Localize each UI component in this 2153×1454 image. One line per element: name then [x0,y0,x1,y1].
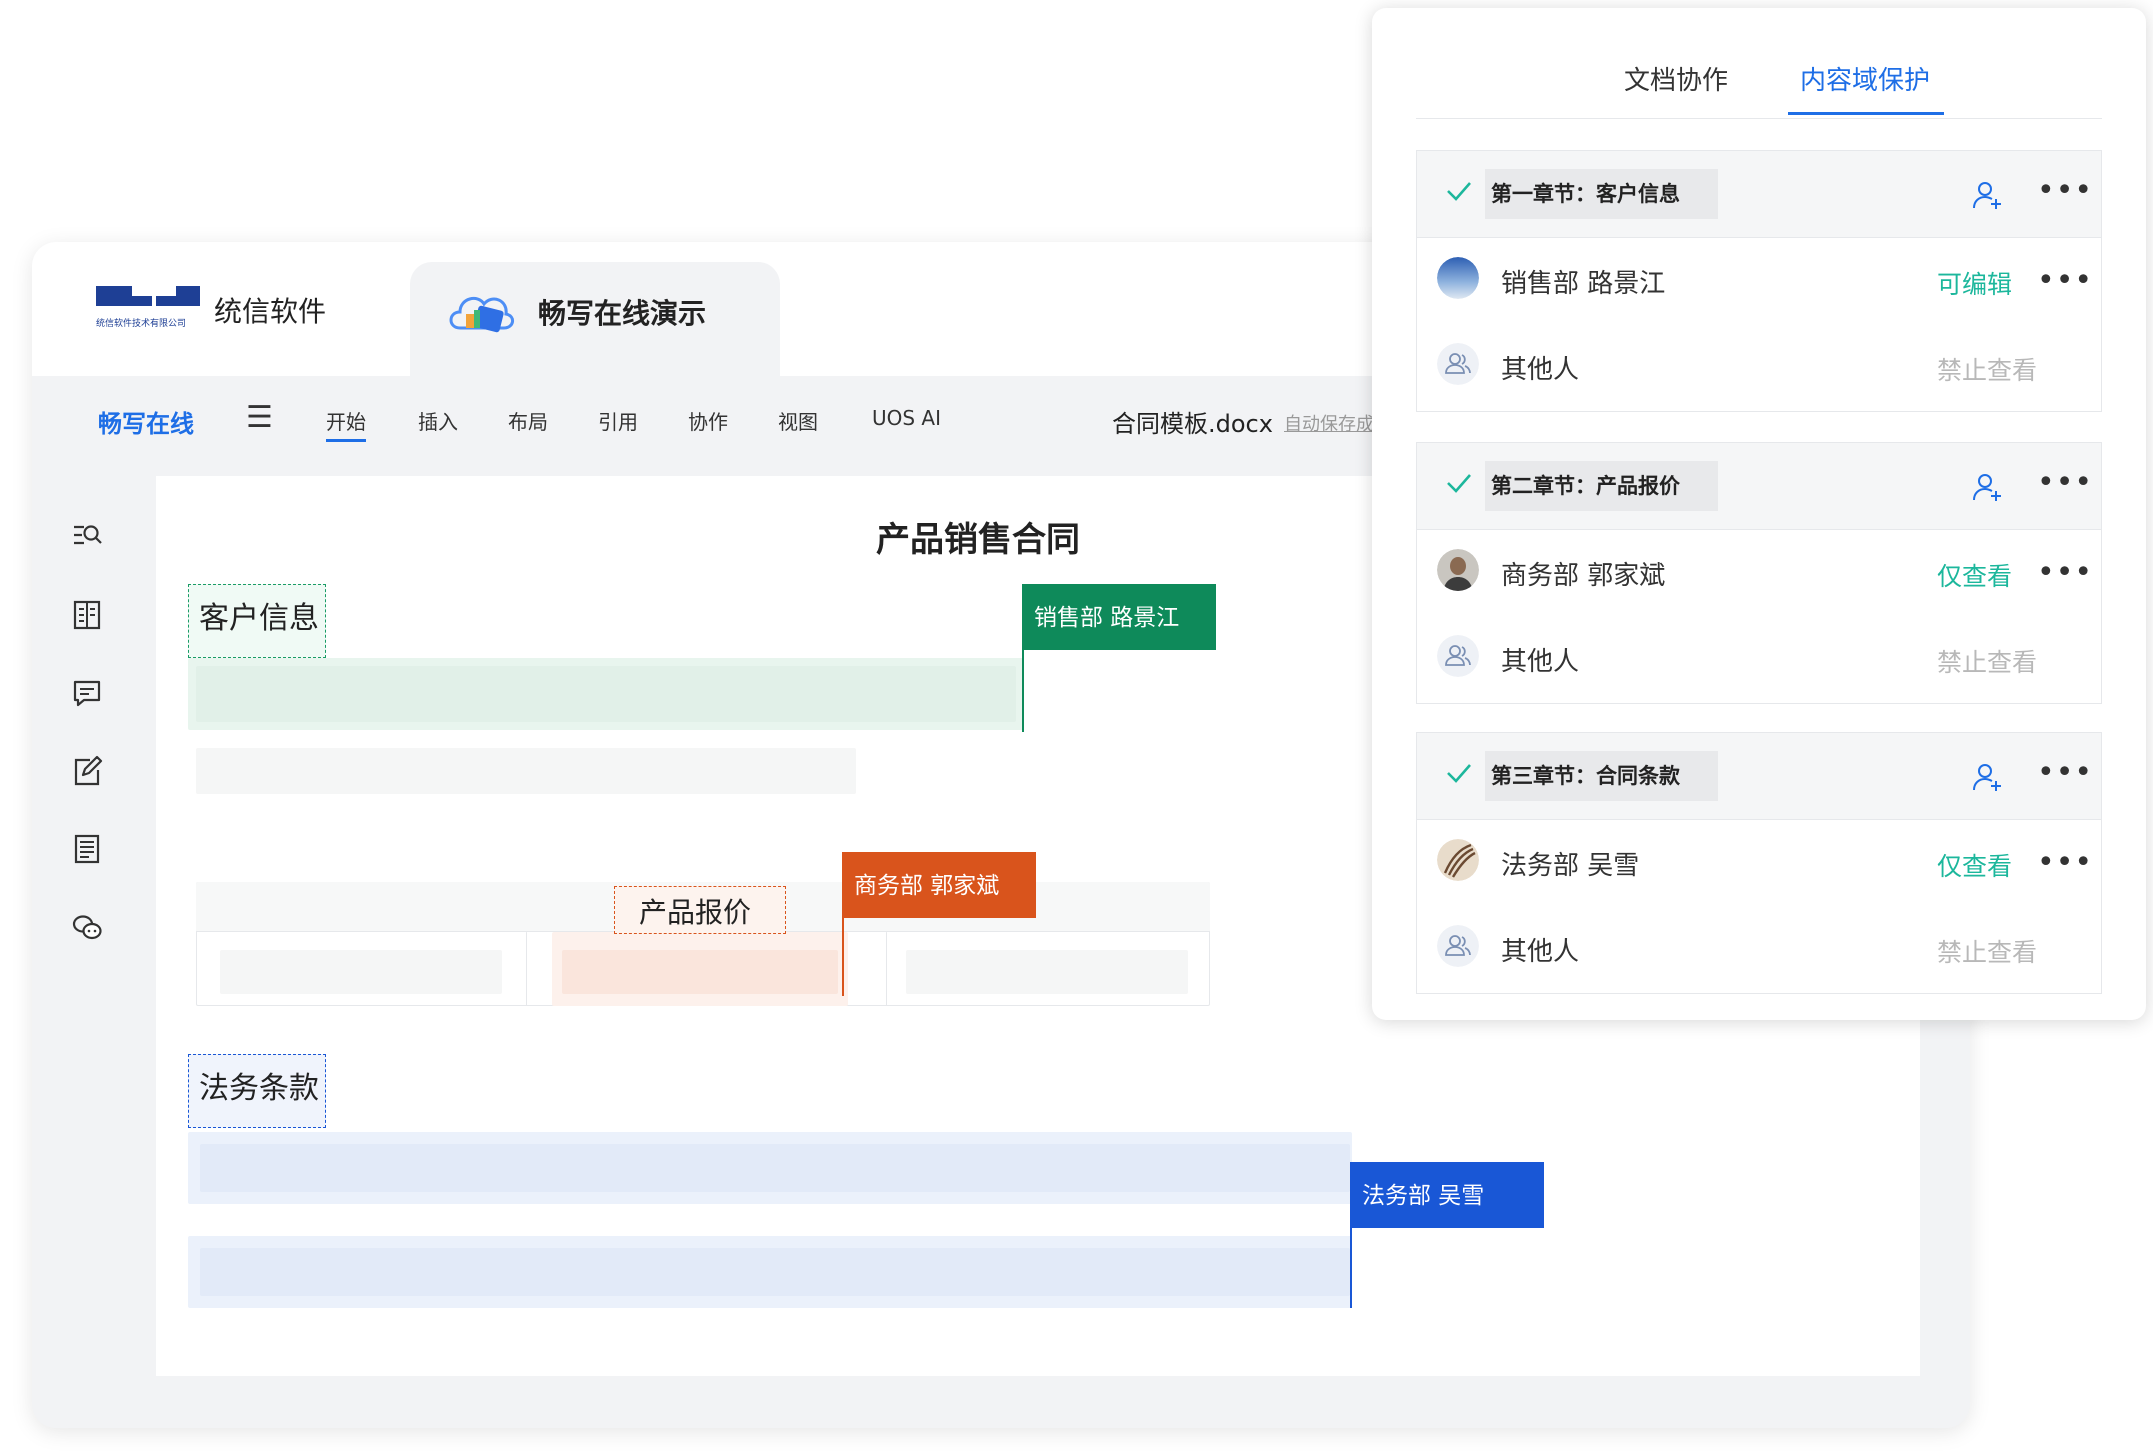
autosave-link[interactable]: 自动保存成 [1284,410,1374,436]
tabs-divider [1416,118,2102,119]
group-icon [1437,925,1479,967]
hamburger-menu-icon[interactable]: ☰ [246,400,273,435]
avatar [1437,257,1479,299]
menu-item-reference[interactable]: 引用 [598,406,638,435]
owner-flag-business: 商务部 郭家斌 [842,852,1036,918]
text-placeholder [196,666,1016,722]
more-options-icon[interactable]: ••• [2037,848,2093,878]
permission-dropdown[interactable]: 禁止查看 [1937,643,2037,679]
tab-changxie[interactable]: 畅写在线演示 [410,262,780,376]
chat-icon[interactable] [70,910,104,944]
table-divider [526,932,527,1006]
group-icon [1437,635,1479,677]
permission-dropdown[interactable]: 仅查看 [1937,847,2012,883]
more-options-icon[interactable]: ••• [2037,758,2093,788]
search-list-icon[interactable] [70,518,104,552]
menu-item-start[interactable]: 开始 [326,406,366,442]
add-user-icon[interactable] [1971,761,2003,793]
text-placeholder [200,1248,1350,1296]
permission-dropdown[interactable]: 禁止查看 [1937,933,2037,969]
book-icon[interactable] [70,598,104,632]
section-label-legal[interactable]: 法务条款 [188,1054,326,1128]
section-card-title: 第三章节：合同条款 [1485,751,1718,801]
section-label-quote[interactable]: 产品报价 [614,886,786,934]
section-card-header: 第三章节：合同条款 ••• [1417,733,2101,820]
brand-logo[interactable]: 畅写在线 [98,404,194,439]
permission-dropdown[interactable]: 可编辑 [1937,265,2012,301]
section-card-3: 第三章节：合同条款 ••• 法务部 吴雪 仅查看 ••• 其他人 禁止查看 [1416,732,2102,994]
section-label-customer[interactable]: 客户信息 [188,584,326,658]
more-options-icon[interactable]: ••• [2037,176,2093,206]
check-icon[interactable] [1445,471,1473,495]
table-cell-placeholder [906,950,1188,994]
document-title: 产品销售合同 [876,520,1080,560]
menu-item-view[interactable]: 视图 [778,406,818,435]
active-tab-indicator [1788,112,1944,115]
add-user-icon[interactable] [1971,179,2003,211]
document-icon[interactable] [70,832,104,866]
group-icon [1437,343,1479,385]
more-options-icon[interactable]: ••• [2037,558,2093,588]
member-name: 商务部 郭家斌 [1501,561,1666,591]
check-icon[interactable] [1445,761,1473,785]
owner-flag-sales: 销售部 路景江 [1022,584,1216,650]
section-card-2: 第二章节：产品报价 ••• 商务部 郭家斌 仅查看 ••• 其他人 禁止查看 [1416,442,2102,704]
tab-changxie-label: 畅写在线演示 [538,297,707,330]
table-divider [886,932,887,1006]
owner-flag-legal: 法务部 吴雪 [1350,1162,1544,1228]
table-cell-placeholder [220,950,502,994]
member-row: 法务部 吴雪 仅查看 ••• [1417,819,2101,907]
table-cell-placeholder [562,950,838,994]
menu-item-collaborate[interactable]: 协作 [688,406,728,435]
tab-uniontech-label: 统信软件 [214,295,327,328]
member-row: 其他人 禁止查看 [1417,323,2101,411]
edit-icon[interactable] [70,754,104,788]
tab-uniontech[interactable]: 统信软件技术有限公司 统信软件 [32,242,404,376]
avatar [1437,839,1479,881]
tab-doc-collaboration[interactable]: 文档协作 [1624,60,1728,97]
menu-item-layout[interactable]: 布局 [508,406,548,435]
uniontech-logo-text: 统信软件技术有限公司 [96,319,187,329]
cloud-app-icon [449,296,514,333]
permission-dropdown[interactable]: 仅查看 [1937,557,2012,593]
check-icon[interactable] [1445,179,1473,203]
text-placeholder [196,748,856,794]
member-name: 其他人 [1501,355,1580,385]
member-row: 商务部 郭家斌 仅查看 ••• [1417,529,2101,617]
document-name: 合同模板.docx [1112,410,1273,438]
tab-content-protection[interactable]: 内容域保护 [1800,60,1930,97]
text-placeholder [200,1144,1350,1192]
member-name: 法务部 吴雪 [1501,851,1640,881]
member-row: 其他人 禁止查看 [1417,615,2101,703]
section-card-title: 第一章节：客户信息 [1485,169,1718,219]
member-name: 销售部 路景江 [1501,269,1666,299]
member-name: 其他人 [1501,937,1580,967]
menu-item-insert[interactable]: 插入 [418,406,458,435]
section-card-title: 第二章节：产品报价 [1485,461,1718,511]
avatar [1437,549,1479,591]
member-name: 其他人 [1501,647,1580,677]
more-options-icon[interactable]: ••• [2037,468,2093,498]
comment-icon[interactable] [70,676,104,710]
more-options-icon[interactable]: ••• [2037,266,2093,296]
menu-item-uos-ai[interactable]: UOS AI [872,406,941,430]
member-row: 其他人 禁止查看 [1417,905,2101,993]
content-protection-panel: 文档协作 内容域保护 第一章节：客户信息 ••• 销售部 路景江 可编辑 •••… [1372,8,2146,1020]
section-card-header: 第一章节：客户信息 ••• [1417,151,2101,238]
section-card-1: 第一章节：客户信息 ••• 销售部 路景江 可编辑 ••• 其他人 禁止查看 [1416,150,2102,412]
member-row: 销售部 路景江 可编辑 ••• [1417,237,2101,325]
add-user-icon[interactable] [1971,471,2003,503]
permission-dropdown[interactable]: 禁止查看 [1937,351,2037,387]
section-card-header: 第二章节：产品报价 ••• [1417,443,2101,530]
